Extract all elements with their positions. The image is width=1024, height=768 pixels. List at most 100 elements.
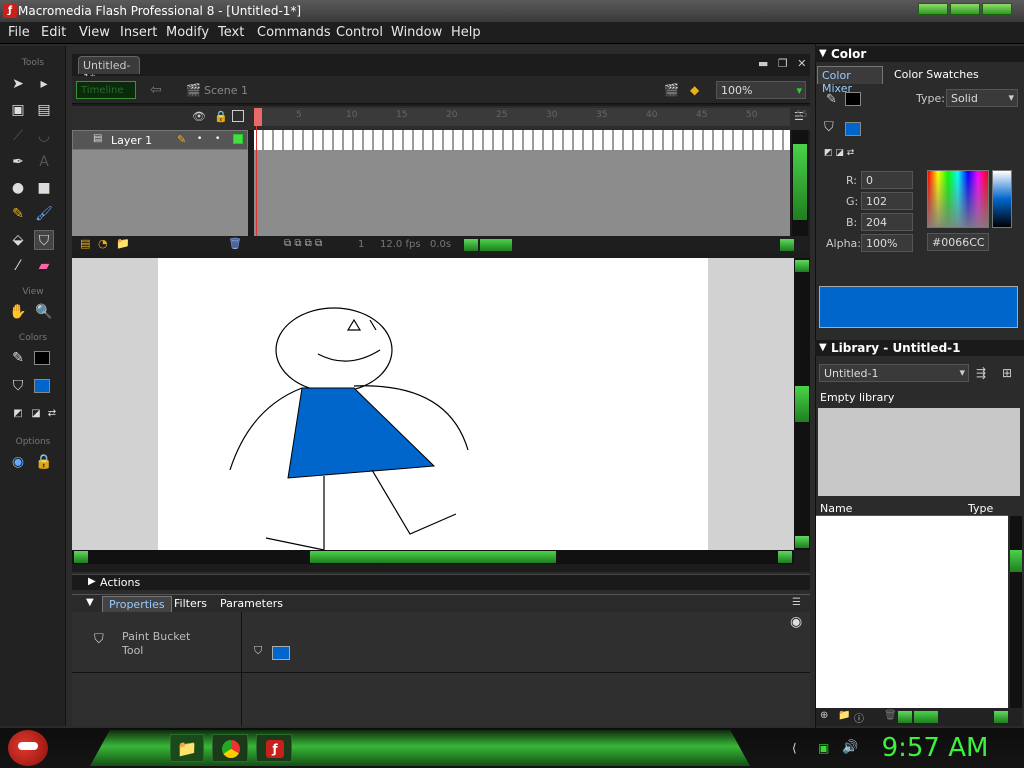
rectangle-tool-icon[interactable]: ■ xyxy=(34,178,54,198)
scroll-right-button[interactable] xyxy=(780,239,794,251)
minimize-button[interactable] xyxy=(918,3,948,15)
stage-h-thumb[interactable] xyxy=(310,551,556,563)
library-scroll-right-button[interactable] xyxy=(994,711,1008,723)
menu-modify[interactable]: Modify xyxy=(166,25,209,40)
mixer-stroke-swatch[interactable] xyxy=(845,92,861,106)
stage-scroll-down-button[interactable] xyxy=(795,536,809,548)
doc-minimize-icon[interactable]: ▬ xyxy=(758,57,768,70)
properties-menu-icon[interactable]: ☰ xyxy=(792,597,801,608)
show-hide-layers-icon[interactable]: 👁 xyxy=(192,110,206,123)
taskbar-clock[interactable]: 9:57 AM xyxy=(860,732,1010,764)
menu-file[interactable]: File xyxy=(8,25,30,40)
menu-control[interactable]: Control xyxy=(336,25,383,40)
menu-view[interactable]: View xyxy=(79,25,110,40)
stage-scroll-left-button[interactable] xyxy=(74,551,88,563)
fill-color-swatch[interactable] xyxy=(34,379,50,393)
menu-text[interactable]: Text xyxy=(218,25,244,40)
gap-size-icon[interactable]: ◉ xyxy=(8,452,28,472)
tab-color-swatches[interactable]: Color Swatches xyxy=(894,68,979,81)
column-type[interactable]: Type xyxy=(968,502,993,515)
layer-name[interactable]: Layer 1 xyxy=(111,134,152,147)
r-field[interactable]: 0 xyxy=(861,171,913,189)
stage-scroll-up-button[interactable] xyxy=(795,260,809,272)
add-folder-icon[interactable]: 📁 xyxy=(116,237,130,250)
pin-library-icon[interactable]: ⇶ xyxy=(976,366,986,380)
timeline-h-thumb[interactable] xyxy=(480,239,512,251)
delete-layer-icon[interactable]: 🗑 xyxy=(228,237,242,250)
oval-tool-icon[interactable]: ● xyxy=(8,178,28,198)
zoom-tool-icon[interactable]: 🔍 xyxy=(34,302,54,322)
help-icon[interactable]: ◉ xyxy=(790,614,802,630)
timeline-toggle-button[interactable]: Timeline xyxy=(76,81,136,99)
tab-filters[interactable]: Filters xyxy=(174,597,207,610)
lasso-tool-icon[interactable]: ⟋ xyxy=(8,126,28,146)
menu-help[interactable]: Help xyxy=(451,25,481,40)
lock-fill-icon[interactable]: 🔒 xyxy=(34,452,54,472)
new-library-panel-icon[interactable]: ⊞ xyxy=(1002,366,1012,380)
back-arrow-icon[interactable]: ⇦ xyxy=(150,82,162,98)
network-icon[interactable]: ▣ xyxy=(818,741,829,755)
fill-color-chip[interactable] xyxy=(272,646,290,660)
stage-vertical-scrollbar[interactable] xyxy=(794,258,810,550)
zoom-select[interactable]: 100% ▾ xyxy=(716,81,806,99)
tab-color-mixer[interactable]: Color Mixer xyxy=(817,66,883,95)
layer-row[interactable]: ▤ Layer 1 ✎ • • xyxy=(72,130,248,150)
stroke-color-swatch[interactable] xyxy=(34,351,50,365)
frame-ruler[interactable]: 1510152025303540455055 xyxy=(254,108,807,126)
library-h-thumb[interactable] xyxy=(914,711,938,723)
outline-layers-icon[interactable] xyxy=(232,110,244,122)
menu-window[interactable]: Window xyxy=(391,25,442,40)
delete-item-icon[interactable]: 🗑 xyxy=(884,710,897,721)
library-scroll-thumb[interactable] xyxy=(1010,550,1022,572)
maximize-button[interactable] xyxy=(950,3,980,15)
line-tool-icon[interactable]: ◡ xyxy=(34,126,54,146)
add-guide-icon[interactable]: ◔ xyxy=(98,237,108,250)
lock-layers-icon[interactable]: 🔒 xyxy=(214,110,228,123)
g-field[interactable]: 102 xyxy=(861,192,913,210)
subselection-tool-icon[interactable]: ▸ xyxy=(34,74,54,94)
close-button[interactable] xyxy=(982,3,1012,15)
add-layer-icon[interactable]: ▤ xyxy=(80,237,90,250)
color-panel-header[interactable]: ▼ Color xyxy=(815,46,1024,62)
new-folder-icon[interactable]: 📁 xyxy=(838,710,850,721)
selection-tool-icon[interactable]: ➤ xyxy=(8,74,28,94)
pencil-tool-icon[interactable]: ✎ xyxy=(8,204,28,224)
layer-outline-box[interactable] xyxy=(233,134,243,144)
hex-field[interactable]: #0066CC xyxy=(927,233,989,251)
library-scroll-left-button[interactable] xyxy=(898,711,912,723)
library-document-select[interactable]: Untitled-1 ▾ xyxy=(819,364,969,382)
brightness-slider[interactable] xyxy=(992,170,1012,228)
layer-lock-dot[interactable]: • xyxy=(215,134,220,144)
stage-horizontal-scrollbar[interactable] xyxy=(72,550,794,564)
library-panel-header[interactable]: ▼ Library - Untitled-1 xyxy=(815,340,1024,356)
mixer-swap-icons[interactable]: ◩ ◪ ⇄ xyxy=(824,148,854,158)
flash-icon[interactable]: ƒ xyxy=(256,734,292,762)
alpha-field[interactable]: 100% xyxy=(861,234,913,252)
doc-restore-icon[interactable]: ❐ xyxy=(778,57,788,70)
library-scrollbar[interactable] xyxy=(1010,516,1022,708)
hand-tool-icon[interactable]: ✋ xyxy=(8,302,28,322)
brush-tool-icon[interactable]: 🖌 xyxy=(34,204,54,224)
tab-properties[interactable]: Properties xyxy=(102,596,172,612)
stage-v-thumb[interactable] xyxy=(795,386,809,422)
document-tab[interactable]: Untitled-1* xyxy=(78,56,140,85)
b-field[interactable]: 204 xyxy=(861,213,913,231)
black-white-icon[interactable]: ◩ xyxy=(8,404,28,424)
mixer-fill-swatch[interactable] xyxy=(845,122,861,136)
layer-visible-dot[interactable]: • xyxy=(197,134,202,144)
type-select[interactable]: Solid ▾ xyxy=(946,89,1018,107)
playhead[interactable] xyxy=(254,108,262,126)
doc-close-icon[interactable]: ✕ xyxy=(797,57,806,70)
paint-bucket-tool-icon[interactable]: ⛉ xyxy=(34,230,54,250)
timeline-scroll-thumb[interactable] xyxy=(793,144,807,220)
stage-scroll-right-button[interactable] xyxy=(778,551,792,563)
show-hidden-icons-icon[interactable]: ⟨ xyxy=(792,741,797,755)
start-button[interactable] xyxy=(8,730,48,766)
column-name[interactable]: Name xyxy=(820,502,852,515)
timeline-vertical-scrollbar[interactable] xyxy=(792,130,808,236)
volume-icon[interactable]: 🔊 xyxy=(842,740,858,755)
free-transform-tool-icon[interactable]: ▣ xyxy=(8,100,28,120)
edit-symbols-icon[interactable]: ◆ xyxy=(690,83,699,97)
pen-tool-icon[interactable]: ✒ xyxy=(8,152,28,172)
color-spectrum[interactable] xyxy=(927,170,989,228)
